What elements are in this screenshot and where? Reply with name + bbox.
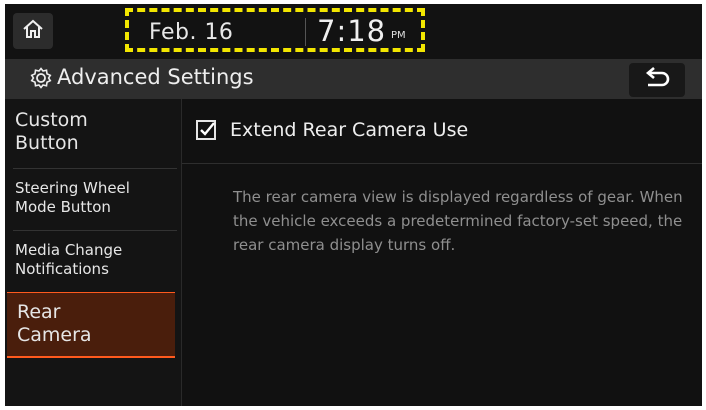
sidebar-item-label: Custom [15,109,88,131]
date-time-highlight: Feb. 16 7:18 PM [125,8,425,52]
sidebar-item-steering-wheel-mode-button[interactable]: Steering Wheel Mode Button [15,179,175,223]
date-display: Feb. 16 [149,20,234,45]
sidebar-item-rear-camera[interactable]: Rear Camera [7,292,175,358]
sidebar-item-label: Steering Wheel [15,179,130,197]
gear-icon [30,67,52,93]
sidebar-item-label: Notifications [15,260,109,278]
sidebar-item-label: Camera [17,324,92,346]
sidebar-item-label: Button [15,132,79,154]
content-divider [182,163,702,164]
sidebar-item-label: Mode Button [15,198,111,216]
sidebar-item-media-change-notifications[interactable]: Media Change Notifications [15,241,175,285]
ampm-indicator: PM [391,30,406,41]
option-label: Extend Rear Camera Use [230,119,469,141]
title-bar: Advanced Settings [5,59,702,99]
checkmark-icon [200,122,215,136]
date-time-divider [305,18,306,46]
back-arrow-icon [643,67,671,93]
time-display: 7:18 [317,14,387,48]
sidebar-divider [13,168,177,169]
screen-frame: Feb. 16 7:18 PM Advanced Settings Custom [5,4,702,406]
sidebar: Custom Button Steering Wheel Mode Button… [5,99,181,406]
sidebar-item-label: Rear [17,301,61,323]
extend-rear-camera-option[interactable]: Extend Rear Camera Use [196,119,468,141]
sidebar-item-custom-button[interactable]: Custom Button [15,109,175,161]
home-button[interactable] [13,13,53,49]
sidebar-divider [13,230,177,231]
home-icon [22,18,44,44]
checkbox[interactable] [196,120,216,140]
sidebar-item-label: Media Change [15,241,123,259]
back-button[interactable] [629,63,685,97]
settings-content: Extend Rear Camera Use The rear camera v… [182,99,702,406]
page-title: Advanced Settings [57,65,254,89]
option-description: The rear camera view is displayed regard… [233,188,683,254]
status-bar: Feb. 16 7:18 PM [5,4,702,59]
